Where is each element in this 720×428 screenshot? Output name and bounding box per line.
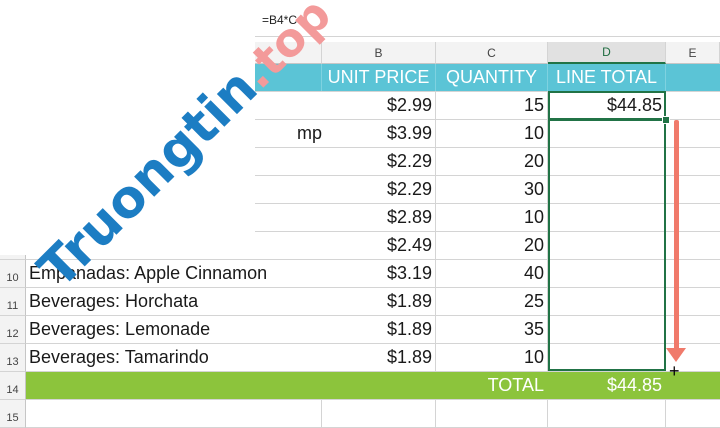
unit-price-cell[interactable]: $3.19: [322, 260, 436, 287]
total-value[interactable]: $44.85: [548, 372, 666, 399]
item-cell[interactable]: Beverages: Lemonade: [26, 316, 322, 343]
unit-price-cell[interactable]: $2.99: [322, 92, 436, 119]
row-number[interactable]: 15: [0, 400, 26, 428]
cell[interactable]: [548, 400, 666, 427]
crosshair-cursor-icon: +: [669, 361, 680, 381]
unit-price-cell[interactable]: $2.29: [322, 148, 436, 175]
table-row: Beverages: Horchata $1.89 25: [26, 288, 720, 316]
unit-price-cell[interactable]: $3.99: [322, 120, 436, 147]
fill-handle[interactable]: [662, 116, 670, 124]
cell[interactable]: [436, 400, 548, 427]
line-total-cell[interactable]: [548, 232, 666, 259]
quantity-cell[interactable]: 35: [436, 316, 548, 343]
row-number[interactable]: 10: [0, 260, 26, 288]
table-row: Beverages: Tamarindo $1.89 10: [26, 344, 720, 372]
table-row: Beverages: Lemonade $1.89 35: [26, 316, 720, 344]
quantity-cell[interactable]: 15: [436, 92, 548, 119]
line-total-cell[interactable]: [548, 344, 666, 371]
quantity-cell[interactable]: 40: [436, 260, 548, 287]
item-cell[interactable]: Beverages: Tamarindo: [26, 344, 322, 371]
drag-arrow-line: [674, 120, 679, 352]
column-header-e[interactable]: E: [666, 42, 720, 64]
line-total-cell[interactable]: [548, 148, 666, 175]
quantity-cell[interactable]: 30: [436, 176, 548, 203]
unit-price-cell[interactable]: $2.49: [322, 232, 436, 259]
line-total-cell[interactable]: [548, 120, 666, 147]
quantity-cell[interactable]: 10: [436, 120, 548, 147]
line-total-cell[interactable]: [548, 260, 666, 287]
total-label[interactable]: TOTAL: [436, 372, 548, 399]
header-quantity[interactable]: QUANTITY: [436, 64, 548, 91]
quantity-cell[interactable]: 20: [436, 148, 548, 175]
unit-price-cell[interactable]: $1.89: [322, 316, 436, 343]
line-total-cell[interactable]: [548, 316, 666, 343]
unit-price-cell[interactable]: $2.89: [322, 204, 436, 231]
unit-price-cell[interactable]: $1.89: [322, 344, 436, 371]
column-header-d[interactable]: D: [548, 42, 666, 64]
unit-price-cell[interactable]: $1.89: [322, 288, 436, 315]
quantity-cell[interactable]: 10: [436, 204, 548, 231]
line-total-cell[interactable]: [548, 176, 666, 203]
cell[interactable]: [322, 400, 436, 427]
row-number[interactable]: 14: [0, 372, 26, 400]
cell[interactable]: [26, 400, 322, 427]
quantity-cell[interactable]: 20: [436, 232, 548, 259]
empty-row: [26, 400, 720, 428]
quantity-cell[interactable]: 25: [436, 288, 548, 315]
row-number[interactable]: 12: [0, 316, 26, 344]
column-header-b[interactable]: B: [322, 42, 436, 64]
header-unit-price[interactable]: UNIT PRICE: [322, 64, 436, 91]
row-number[interactable]: 13: [0, 344, 26, 372]
header-line-total[interactable]: LINE TOTAL: [548, 64, 666, 91]
line-total-cell[interactable]: [548, 204, 666, 231]
quantity-cell[interactable]: 10: [436, 344, 548, 371]
line-total-cell[interactable]: $44.85: [548, 92, 666, 119]
total-row: TOTAL $44.85: [26, 372, 720, 400]
column-header-c[interactable]: C: [436, 42, 548, 64]
table-row: Empanadas: Apple Cinnamon $3.19 40: [26, 260, 720, 288]
arrow-down-icon: [666, 348, 686, 362]
line-total-cell[interactable]: [548, 288, 666, 315]
row-number[interactable]: 11: [0, 288, 26, 316]
watermark: Truongtin.top: [0, 0, 341, 300]
unit-price-cell[interactable]: $2.29: [322, 176, 436, 203]
